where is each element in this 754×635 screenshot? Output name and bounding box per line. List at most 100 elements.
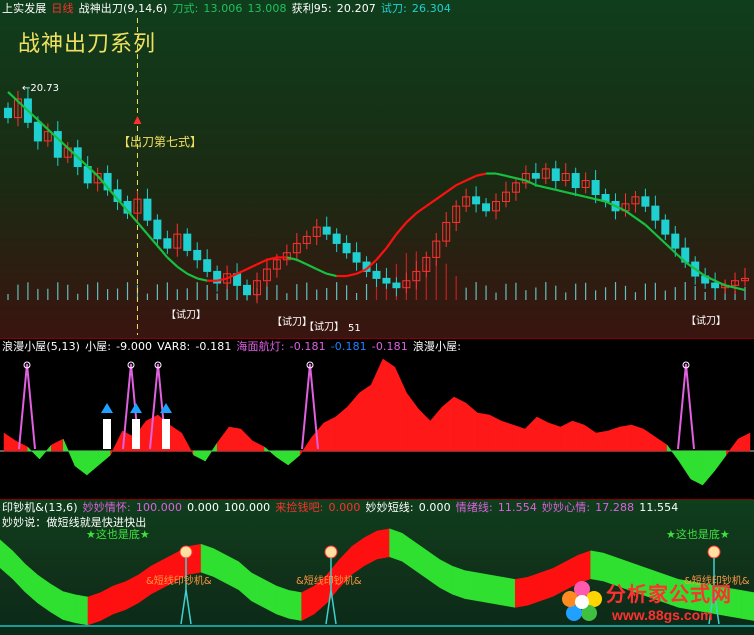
watermark-url: www.88gs.com	[612, 607, 713, 623]
candle-body	[183, 233, 192, 251]
oscillator-area	[181, 432, 194, 456]
candle-body	[243, 284, 252, 296]
candle-body	[342, 242, 351, 254]
oscillator-area	[441, 396, 455, 452]
oscillator-area	[726, 438, 739, 456]
ma-segment	[346, 272, 357, 278]
candle-body	[203, 259, 212, 272]
wave-band	[540, 568, 554, 602]
oscillator-area	[453, 396, 467, 452]
wave-band	[24, 563, 38, 604]
candle-body	[382, 277, 391, 284]
ma-segment	[375, 247, 388, 261]
candle-body	[571, 173, 580, 189]
house-bar	[132, 419, 140, 449]
ma-segment	[236, 268, 248, 275]
price-pane[interactable]: 上实发展 日线 战神出刀(9,14,6) 刀式: 13.006 13.008 获利95: 20…	[0, 0, 754, 338]
trial-tag: 【试刀】	[686, 314, 726, 327]
oscillator-area	[252, 440, 265, 452]
oscillator-area	[347, 392, 360, 452]
candle-body	[153, 219, 162, 240]
oscillator-area	[418, 408, 431, 452]
oscillator-area	[382, 358, 396, 452]
watermark: 分析家公式网 www.88gs.com	[560, 575, 750, 631]
wave-band	[464, 570, 478, 602]
wave-band	[514, 576, 529, 608]
flower-logo-icon	[562, 581, 602, 621]
wave-band	[238, 561, 252, 602]
wave-band	[12, 550, 26, 593]
ma-segment	[176, 265, 188, 275]
oscillator-area	[86, 450, 99, 476]
ma-segment	[495, 172, 507, 177]
wave-band	[50, 583, 64, 620]
wave-band	[62, 591, 76, 624]
house-bar	[162, 419, 170, 449]
wave-band	[489, 574, 503, 606]
oscillator-area	[323, 416, 336, 452]
oscillator-area	[264, 446, 277, 458]
candle-body	[482, 203, 491, 212]
ma-segment	[535, 184, 547, 189]
oscillator-area	[228, 426, 242, 452]
oscillator-area	[335, 406, 348, 452]
ma-segment	[296, 258, 308, 266]
ma-segment	[644, 223, 657, 235]
ma-segment	[186, 272, 198, 280]
candle-body	[651, 205, 660, 221]
oscillator-area	[572, 420, 585, 452]
oscillator-area	[631, 424, 644, 452]
oscillator-area	[276, 450, 289, 466]
candle-body	[392, 282, 401, 289]
ma-segment	[405, 212, 418, 224]
oscillator-area	[205, 442, 218, 462]
romance-pane[interactable]: 浪漫小屋(5,13) 小屋: -9.000 VAR8: -0.181 海面航灯: -0.18…	[0, 339, 754, 500]
candle-body	[661, 219, 670, 235]
ma-segment	[435, 191, 447, 201]
bottom-tag: ★这也是底★	[86, 527, 150, 541]
oscillator-area	[406, 392, 419, 452]
wave-band	[351, 537, 365, 575]
smiley-icon	[179, 545, 193, 559]
ma-segment	[385, 233, 398, 249]
ma-segment	[445, 184, 457, 194]
oscillator-area	[595, 430, 609, 452]
wave-band	[75, 594, 89, 626]
candle-body	[193, 249, 202, 261]
ma-segment	[734, 286, 746, 292]
ma-segment	[575, 193, 586, 198]
figure-leg	[180, 589, 187, 625]
oscillator-area	[655, 436, 668, 452]
bottom-tag: ★这也是底★	[666, 527, 730, 541]
ma-segment	[654, 233, 667, 245]
house-roof-icon	[101, 403, 113, 413]
oscillator-area	[3, 432, 17, 452]
trial-tag: 【试刀】	[166, 308, 206, 321]
oscillator-area	[536, 416, 549, 452]
oscillator-area	[240, 428, 253, 452]
wave-band	[225, 554, 240, 591]
ma-segment	[425, 198, 437, 208]
oscillator-area	[15, 440, 28, 452]
wave-band	[288, 590, 302, 621]
oscillator-area	[714, 450, 727, 472]
wave-band	[477, 572, 491, 604]
ma-segment	[136, 221, 149, 235]
ma-segment	[126, 210, 139, 224]
wave-band	[37, 574, 51, 613]
candle-body	[143, 198, 152, 221]
oscillator-area	[702, 450, 715, 486]
ma-segment	[395, 221, 408, 235]
candle-body	[163, 238, 172, 249]
wave-band	[251, 572, 265, 608]
oscillator-area	[477, 412, 490, 452]
oscillator-area	[643, 428, 656, 452]
ma-segment	[505, 174, 517, 180]
signal-annotation: 【出刀第七式】	[118, 135, 202, 149]
wave-band	[401, 532, 415, 571]
figure-leg	[185, 589, 192, 625]
candle-body	[641, 196, 650, 207]
ma-segment	[475, 172, 487, 177]
oscillator-area	[216, 426, 230, 452]
smiley-icon	[324, 545, 338, 559]
